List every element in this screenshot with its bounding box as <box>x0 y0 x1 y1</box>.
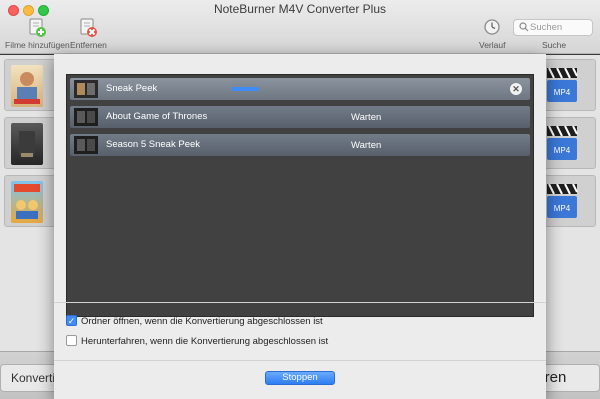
task-thumbnail <box>74 80 98 98</box>
task-row[interactable]: About Game of Thrones Warten <box>70 106 530 128</box>
task-row[interactable]: Sneak Peek ✕ <box>70 78 530 100</box>
search-label: Suche <box>542 40 567 50</box>
shutdown-checkbox[interactable] <box>66 335 77 346</box>
search-input[interactable]: Suchen <box>513 19 593 36</box>
task-name: Sneak Peek <box>106 83 158 94</box>
task-name: About Game of Thrones <box>106 111 208 122</box>
conversion-dialog: Sneak Peek ✕ About Game of Thrones Warte… <box>54 54 546 399</box>
task-thumbnail <box>74 108 98 126</box>
history-label: Verlauf <box>479 40 506 50</box>
remove-button[interactable]: Entfernen <box>70 18 107 50</box>
cancel-task-button[interactable]: ✕ <box>510 83 522 95</box>
open-folder-option[interactable]: ✓ Ordner öffnen, wenn die Konvertierung a… <box>66 315 323 328</box>
progress-fill <box>231 87 259 91</box>
window-title: NoteBurner M4V Converter Plus <box>213 2 387 16</box>
open-folder-checkbox[interactable]: ✓ <box>66 315 77 326</box>
history-button[interactable]: Verlauf <box>479 18 505 50</box>
progress-bar <box>231 87 507 91</box>
shutdown-label: Herunterfahren, wenn die Konvertierung a… <box>81 336 329 348</box>
search-label-wrap: Suche <box>542 38 566 50</box>
clock-icon <box>483 18 501 38</box>
svg-text:MP4: MP4 <box>554 204 571 213</box>
movie-thumbnail <box>11 123 43 165</box>
mp4-clapper-icon: MP4 <box>545 182 581 222</box>
film-add-icon <box>27 18 47 38</box>
remove-label: Entfernen <box>70 40 107 50</box>
task-status: Warten <box>351 140 382 151</box>
svg-text:MP4: MP4 <box>554 146 571 155</box>
task-status: Warten <box>351 112 382 123</box>
svg-text:MP4: MP4 <box>554 88 571 97</box>
task-queue: Sneak Peek ✕ About Game of Thrones Warte… <box>66 74 534 317</box>
task-name: Season 5 Sneak Peek <box>106 139 201 150</box>
movie-thumbnail <box>11 65 43 107</box>
mp4-clapper-icon: MP4 <box>545 66 581 106</box>
divider <box>54 302 546 303</box>
open-folder-label: Ordner öffnen, wenn die Konvertierung ab… <box>81 316 323 328</box>
movie-thumbnail <box>11 181 43 223</box>
film-remove-icon <box>78 18 98 38</box>
add-movies-label: Filme hinzufügen <box>5 40 70 50</box>
mp4-clapper-icon: MP4 <box>545 124 581 164</box>
stop-button[interactable]: Stoppen <box>265 371 335 385</box>
search-placeholder: Suchen <box>530 22 563 33</box>
toolbar: NoteBurner M4V Converter Plus Filme hinz… <box>0 0 600 54</box>
divider <box>54 360 546 361</box>
search-icon <box>519 22 529 32</box>
task-row[interactable]: Season 5 Sneak Peek Warten <box>70 134 530 156</box>
add-movies-button[interactable]: Filme hinzufügen <box>5 18 70 50</box>
task-thumbnail <box>74 136 98 154</box>
shutdown-option[interactable]: Herunterfahren, wenn die Konvertierung a… <box>66 335 329 348</box>
